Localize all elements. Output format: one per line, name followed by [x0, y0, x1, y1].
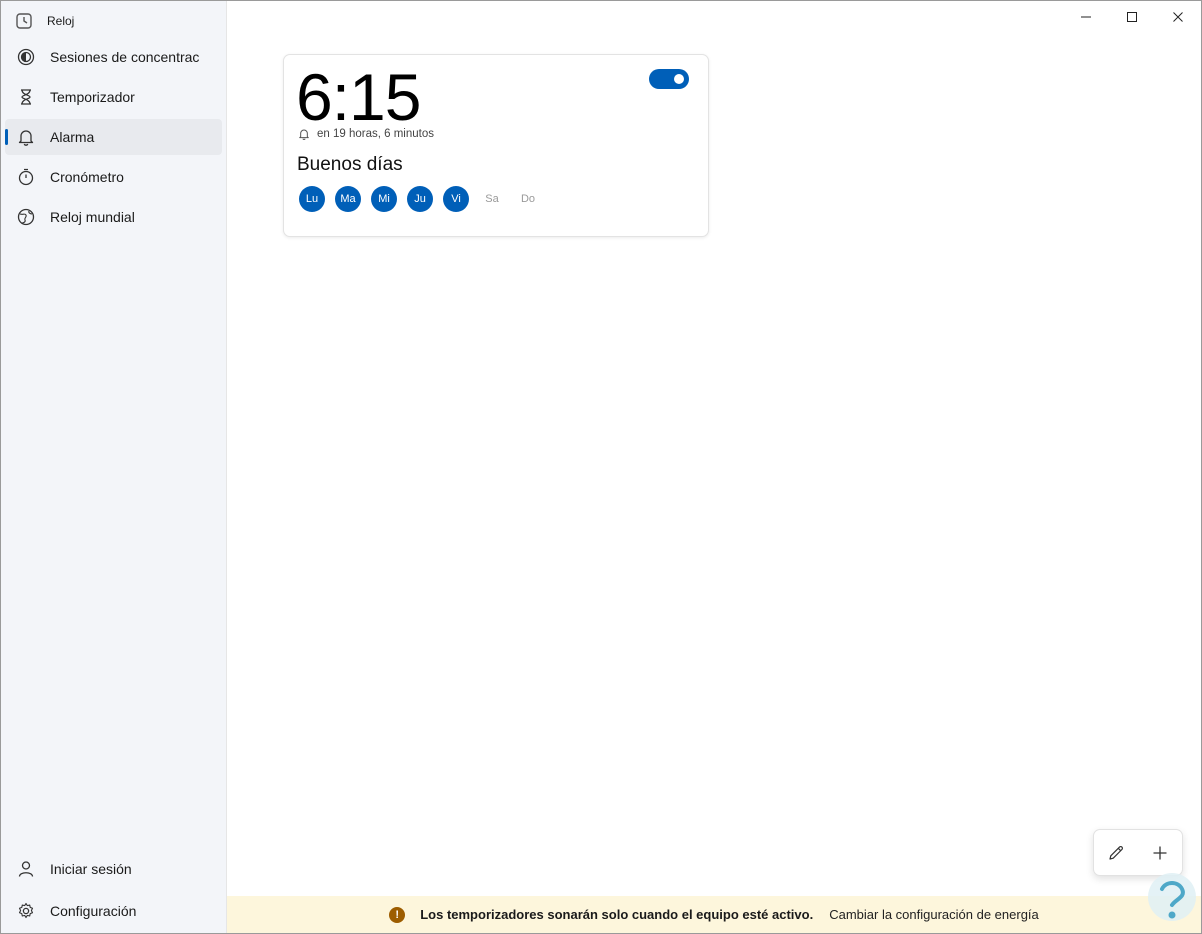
infobar-message: Los temporizadores sonarán solo cuando e… [420, 907, 814, 922]
day-friday: Vi [443, 186, 469, 212]
gear-icon [18, 902, 34, 919]
stopwatch-icon [18, 168, 34, 186]
alarm-remaining: en 19 horas, 6 minutos [298, 128, 434, 140]
close-button[interactable] [1155, 1, 1201, 33]
day-thursday: Ju [407, 186, 433, 212]
bell-icon [18, 130, 34, 146]
day-wednesday: Mi [371, 186, 397, 212]
alarm-time: 6:15 [296, 60, 421, 134]
hourglass-icon [21, 89, 31, 105]
minimize-icon [1081, 16, 1091, 18]
alarm-actions [1093, 829, 1183, 876]
person-icon [18, 861, 34, 877]
edit-alarms-button[interactable] [1098, 835, 1134, 871]
sidebar-item-timer[interactable]: Temporizador [5, 79, 222, 115]
day-sunday: Do [520, 193, 536, 205]
sidebar: Reloj Sesiones de concentración Temporiz… [1, 1, 227, 933]
alarm-days: Lu Ma Mi Ju Vi Sa Do [299, 186, 541, 212]
window-controls [1063, 1, 1201, 33]
alarm-toggle[interactable] [649, 69, 689, 89]
power-settings-link[interactable]: Cambiar la configuración de energía [829, 907, 1039, 922]
sidebar-item-label: Temporizador [50, 89, 135, 105]
app-title: Reloj [47, 14, 75, 28]
title-bar: Reloj [15, 10, 74, 32]
clock-app-icon [16, 13, 32, 29]
sidebar-item-label: Sesiones de concentración [50, 49, 200, 65]
maximize-button[interactable] [1109, 1, 1155, 33]
alarm-name: Buenos días [297, 154, 403, 175]
plus-icon [1153, 846, 1167, 859]
day-tuesday: Ma [335, 186, 361, 212]
settings-button[interactable]: Configuración [5, 893, 222, 929]
sidebar-item-label: Iniciar sesión [50, 861, 132, 877]
clock-app-window: Reloj Sesiones de concentración Temporiz… [0, 0, 1202, 934]
bell-icon [299, 129, 309, 140]
sidebar-item-label: Cronómetro [50, 169, 124, 185]
sidebar-item-focus-sessions[interactable]: Sesiones de concentración [5, 39, 222, 75]
pencil-icon [1109, 845, 1123, 860]
day-saturday: Sa [485, 193, 499, 205]
alarm-card[interactable]: 6:15 en 19 horas, 6 minutos Buenos días … [283, 54, 709, 237]
globe-icon [17, 208, 35, 226]
warning-icon: ! [389, 906, 406, 923]
maximize-icon [1127, 12, 1137, 22]
add-alarm-button[interactable] [1142, 835, 1178, 871]
focus-icon [17, 48, 35, 66]
day-monday: Lu [299, 186, 325, 212]
sidebar-item-label: Alarma [50, 129, 95, 145]
nav-bottom: Iniciar sesión Configuración [5, 851, 222, 933]
sidebar-item-alarm[interactable]: Alarma [5, 119, 222, 155]
nav-menu: Sesiones de concentración Temporizador A… [5, 39, 222, 239]
sidebar-item-world-clock[interactable]: Reloj mundial [5, 199, 222, 235]
sidebar-item-label: Reloj mundial [50, 209, 135, 225]
sign-in-button[interactable]: Iniciar sesión [5, 851, 222, 887]
toggle-knob [674, 74, 684, 84]
power-infobar: ! Los temporizadores sonarán solo cuando… [227, 896, 1201, 933]
watermark-logo [1148, 873, 1196, 921]
minimize-button[interactable] [1063, 1, 1109, 33]
sidebar-item-stopwatch[interactable]: Cronómetro [5, 159, 222, 195]
close-icon [1173, 12, 1183, 22]
sidebar-item-label: Configuración [50, 903, 137, 919]
remaining-text: en 19 horas, 6 minutos [317, 128, 434, 140]
